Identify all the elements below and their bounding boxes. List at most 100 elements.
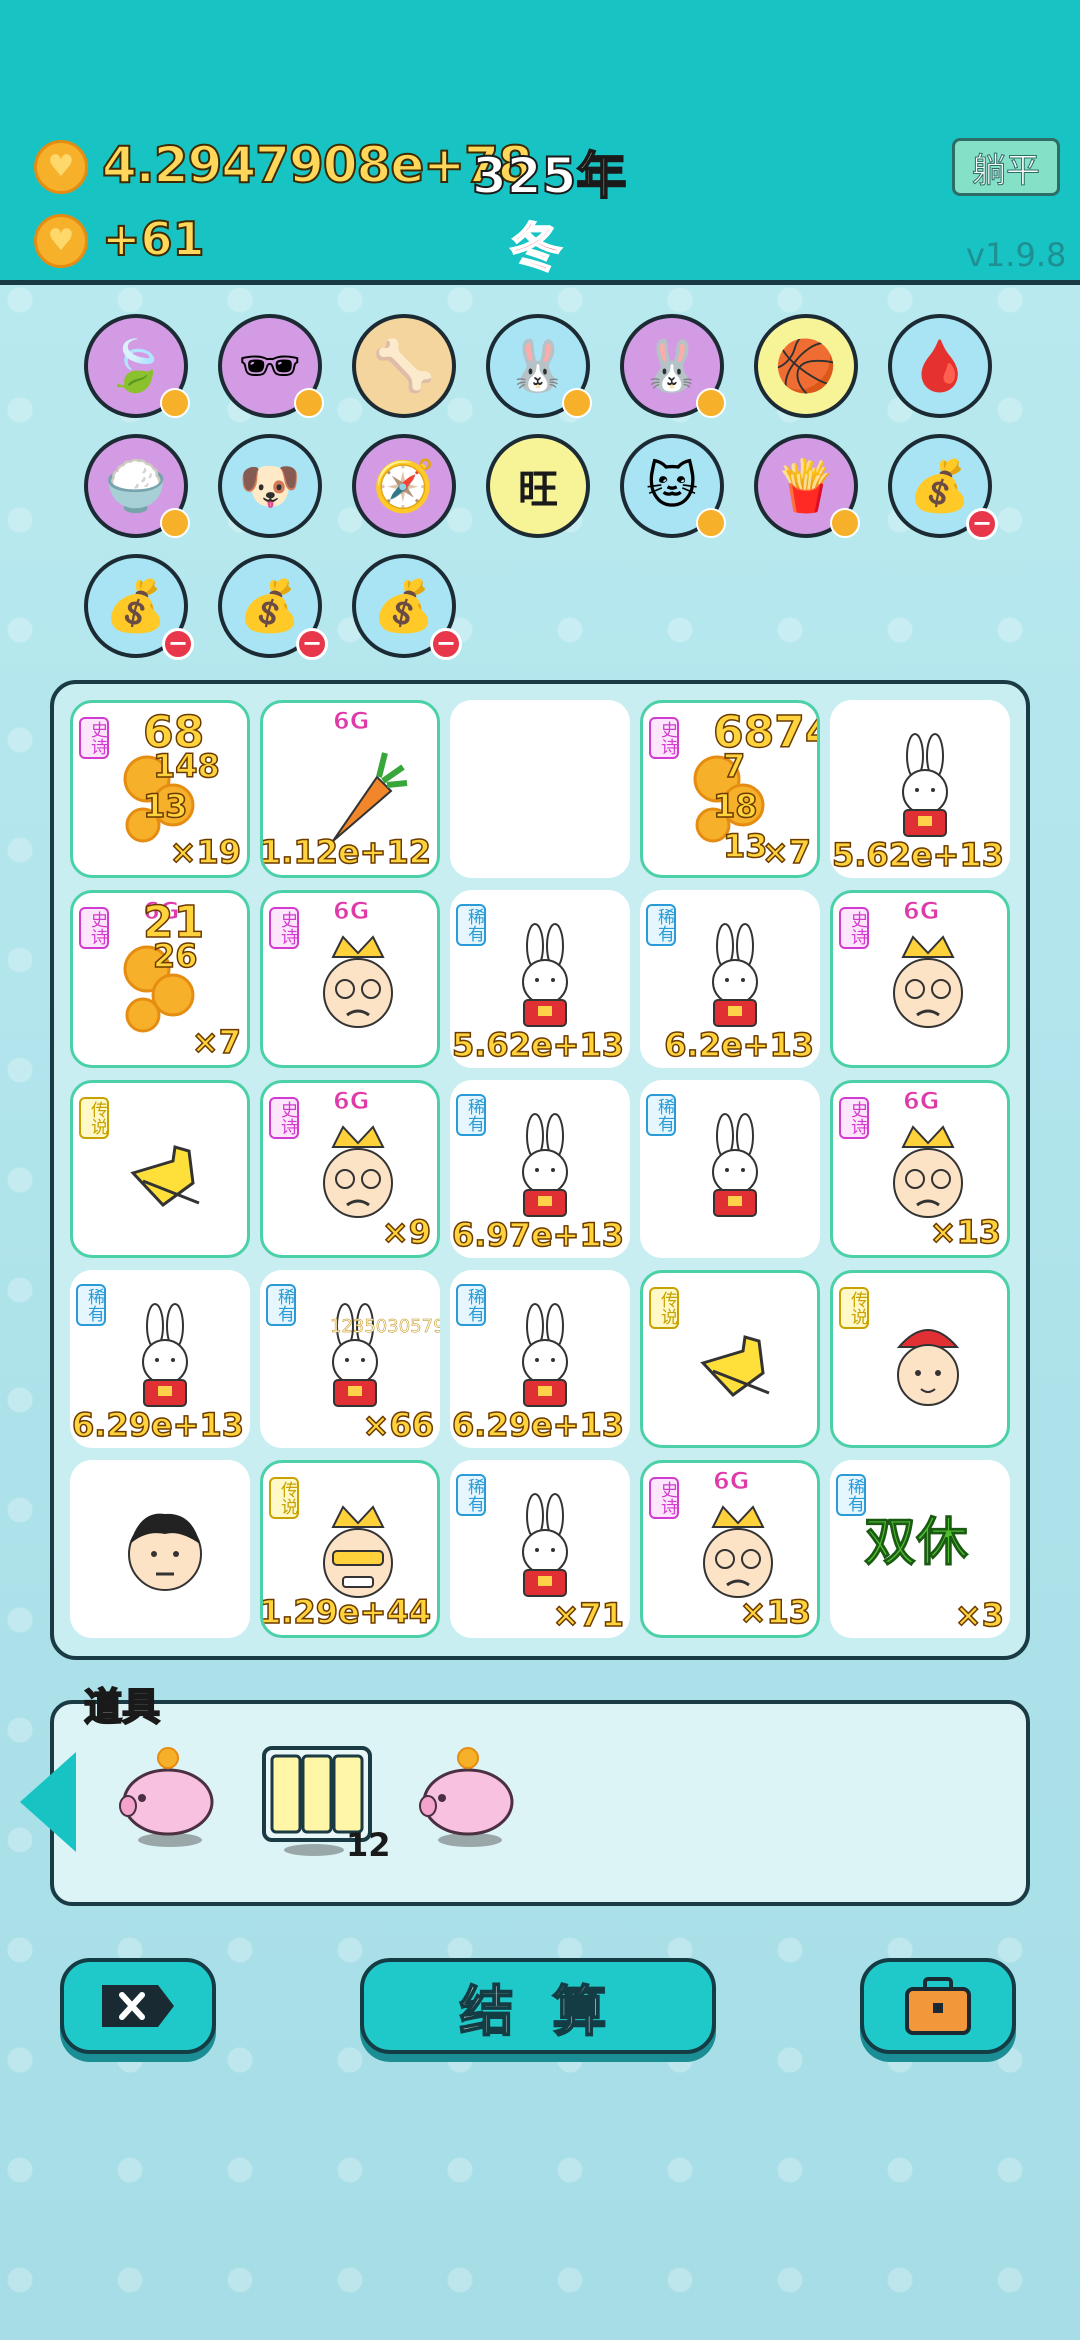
rice-bowl-icon[interactable]: 🍚 — [84, 434, 190, 538]
blood-bag-icon[interactable]: 🩸 — [888, 314, 992, 418]
cool-dog-icon[interactable]: 🐶 — [218, 434, 322, 538]
rabbit-icon — [712, 923, 758, 1027]
tier-tag: 稀有 — [76, 1284, 106, 1326]
board-cell[interactable]: 稀有 双休 ×3 — [830, 1460, 1010, 1638]
earning-label: 18 — [712, 786, 758, 826]
compass-icon[interactable]: 🧭 — [352, 434, 456, 538]
boy-icon — [128, 1513, 202, 1591]
board-cell[interactable]: 5.62e+13 — [830, 700, 1010, 878]
sack-icon-glyph: 💰 — [238, 576, 302, 635]
bag-button[interactable] — [860, 1958, 1016, 2054]
board-cell[interactable]: 6G 1.12e+12 — [260, 700, 440, 878]
lie-flat-button[interactable]: 躺平 — [952, 138, 1060, 196]
season-label: 冬 — [509, 218, 563, 280]
cell-value: ×9 — [381, 1212, 432, 1252]
tier-tag: 稀有 — [456, 1474, 486, 1516]
board-cell[interactable]: 史诗 6G — [260, 890, 440, 1068]
tier-tag: 史诗 — [649, 1477, 679, 1519]
board-cell[interactable]: 史诗 6G — [830, 890, 1010, 1068]
rabbit-icon — [142, 1303, 188, 1407]
board-cell[interactable]: 史诗 68 148 13 ×19 — [70, 700, 250, 878]
coin-icon — [562, 388, 592, 418]
blood-bag-icon-glyph: 🩸 — [908, 336, 972, 395]
board-cell[interactable]: 稀有 5.62e+13 — [450, 890, 630, 1068]
sack-icon[interactable]: 💰 − — [218, 554, 328, 660]
remove-icon[interactable]: − — [430, 628, 462, 660]
board-cell[interactable]: 稀有 6.2e+13 — [640, 890, 820, 1068]
tier-tag: 稀有 — [646, 904, 676, 946]
cell-value: ×66 — [362, 1405, 435, 1445]
tier-tag: 传说 — [79, 1097, 109, 1139]
legend-cards-icon[interactable]: 12 — [262, 1746, 391, 1864]
close-icon — [102, 1985, 174, 2027]
board-cell[interactable]: 传说 — [640, 1270, 820, 1448]
board-cell[interactable]: 稀有 6.97e+13 — [450, 1080, 630, 1258]
sack-icon[interactable]: 💰 − — [84, 554, 194, 660]
legend-cards-count: 12 — [346, 1826, 391, 1864]
remove-icon[interactable]: − — [966, 508, 998, 540]
earning-label: 7 — [722, 746, 746, 786]
board-cell[interactable]: 史诗 6G 21 26 ×7 — [70, 890, 250, 1068]
year-value: 325年 — [471, 146, 627, 206]
leaf-icon-glyph: 🍃 — [104, 336, 168, 395]
remove-icon[interactable]: − — [296, 628, 328, 660]
status-bar: ♥ 4.2947908e+78 325年 ♥ +61 冬 躺平 v1.9.8 — [0, 0, 1080, 285]
piggy-bank-icon[interactable] — [112, 1740, 222, 1850]
earning-label: 26 — [152, 936, 198, 976]
cat-icon-glyph: 🐱 — [645, 457, 699, 515]
cell-value: ×7 — [191, 1022, 242, 1062]
king-icon — [893, 935, 963, 1028]
sack-icon[interactable]: 💰 − — [352, 554, 462, 660]
rabbit-icon — [522, 1113, 568, 1217]
board-cell[interactable] — [450, 700, 630, 878]
arrow-left-icon[interactable] — [20, 1752, 76, 1852]
cell-value: ×3 — [954, 1595, 1005, 1635]
tier-tag: 稀有 — [456, 1284, 486, 1326]
close-button[interactable] — [60, 1958, 216, 2054]
basketballs-icon[interactable]: 🏀 — [754, 314, 858, 418]
board-cell[interactable]: 传说 — [830, 1270, 1010, 1448]
tier-tag: 传说 — [649, 1287, 679, 1329]
compass-icon-glyph: 🧭 — [372, 456, 436, 515]
board-cell[interactable]: 传说 — [70, 1080, 250, 1258]
dog-bowl-icon[interactable]: 🦴 — [352, 314, 456, 418]
rabbit-icon[interactable]: 🐰 — [486, 314, 592, 418]
board-cell[interactable]: 稀有 ×71 — [450, 1460, 630, 1638]
rabbit-icon — [522, 1303, 568, 1407]
board-cell[interactable] — [70, 1460, 250, 1638]
board-cell[interactable]: 稀有 — [640, 1080, 820, 1258]
tier-tag: 史诗 — [79, 717, 109, 759]
earning-label: 148 — [152, 746, 220, 786]
props-title: 道具 — [83, 1684, 161, 1730]
tier-tag: 传说 — [839, 1287, 869, 1329]
version-label: v1.9.8 — [966, 236, 1067, 274]
leaf-icon[interactable]: 🍃 — [84, 314, 190, 418]
settle-button[interactable]: 结 算 — [360, 1958, 716, 2054]
board-cell[interactable]: 史诗 6G ×13 — [830, 1080, 1010, 1258]
eye-mask-icon[interactable]: 🕶 — [218, 314, 324, 418]
settle-label: 结 算 — [459, 1979, 617, 2044]
grade-badge: 6G — [712, 1467, 750, 1496]
piggy-bank-icon[interactable] — [412, 1740, 522, 1850]
remove-icon[interactable]: − — [162, 628, 194, 660]
board-cell[interactable]: 稀有 6.29e+13 — [450, 1270, 630, 1448]
board-cell[interactable]: 史诗 6G ×13 — [640, 1460, 820, 1638]
cell-value: 5.62e+13 — [831, 835, 1005, 875]
wang-text-icon[interactable]: 旺 — [486, 434, 590, 538]
board-cell[interactable]: 史诗687471813×7 — [640, 700, 820, 878]
board-cell[interactable]: 稀有 123503057904 ×66 — [260, 1270, 440, 1448]
board-cell[interactable]: 传说 1.29e+44 — [260, 1460, 440, 1638]
rabbit-icon — [712, 1113, 758, 1217]
fries-icon[interactable]: 🍟 — [754, 434, 860, 538]
tier-tag: 稀有 — [456, 1094, 486, 1136]
rabbit-icon[interactable]: 🐰 — [620, 314, 726, 418]
sack-icon[interactable]: 💰 − — [888, 434, 998, 540]
board-cell[interactable]: 稀有 6.29e+13 — [70, 1270, 250, 1448]
money-value: 4.2947908e+78 — [101, 135, 534, 195]
grade-badge: 6G — [902, 897, 940, 926]
cat-icon[interactable]: 🐱 — [620, 434, 726, 538]
coin-icon — [160, 508, 190, 538]
tier-tag: 史诗 — [269, 1097, 299, 1139]
briefcase-icon — [905, 1977, 971, 2035]
board-cell[interactable]: 史诗 6G ×9 — [260, 1080, 440, 1258]
